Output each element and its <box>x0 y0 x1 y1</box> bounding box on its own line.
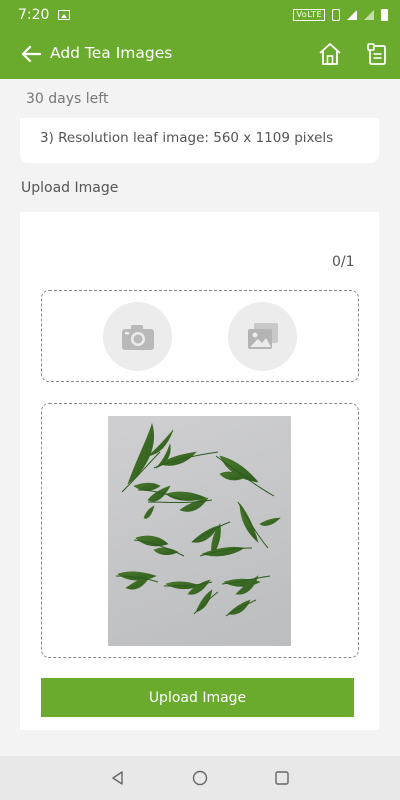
app-bar: Add Tea Images <box>0 30 400 79</box>
signal-icon <box>347 10 357 20</box>
system-nav-bar <box>0 756 400 800</box>
tea-leaves-image[interactable] <box>108 416 291 646</box>
back-button[interactable] <box>18 42 44 66</box>
info-card: 3) Resolution leaf image: 560 x 1109 pix… <box>20 118 379 163</box>
image-picker <box>41 290 359 382</box>
nav-home-button[interactable] <box>190 768 210 788</box>
resolution-info: 3) Resolution leaf image: 560 x 1109 pix… <box>40 130 334 146</box>
gallery-button[interactable] <box>228 302 297 371</box>
document-button[interactable] <box>363 40 391 68</box>
upload-card: 0/1 Upload Image <box>20 212 379 730</box>
status-bar: 7:20 VoLTE <box>0 0 400 30</box>
nav-recents-button[interactable] <box>272 768 292 788</box>
battery-icon <box>381 9 388 21</box>
home-circle-icon <box>192 770 208 786</box>
camera-button[interactable] <box>103 302 172 371</box>
document-icon <box>367 43 386 65</box>
signal-icon <box>364 10 374 20</box>
camera-icon <box>121 324 154 350</box>
status-icons: VoLTE <box>293 9 388 21</box>
arrow-left-icon <box>21 45 41 63</box>
vibrate-icon <box>332 9 340 21</box>
image-counter: 0/1 <box>332 254 355 270</box>
image-gallery-icon <box>247 322 278 349</box>
image-preview-box <box>41 403 359 658</box>
home-icon <box>319 43 341 65</box>
recents-square-icon <box>275 771 289 785</box>
status-time: 7:20 <box>18 7 50 23</box>
nav-back-button[interactable] <box>108 768 128 788</box>
home-button[interactable] <box>316 40 344 68</box>
page-title: Add Tea Images <box>50 44 173 62</box>
upload-image-button[interactable]: Upload Image <box>41 678 354 717</box>
volte-icon: VoLTE <box>293 9 325 21</box>
back-triangle-icon <box>112 771 123 785</box>
upload-section-label: Upload Image <box>21 180 119 196</box>
gallery-notification-icon <box>58 10 71 20</box>
days-left-text: 30 days left <box>26 91 109 107</box>
tea-leaves-illustration <box>115 422 281 617</box>
